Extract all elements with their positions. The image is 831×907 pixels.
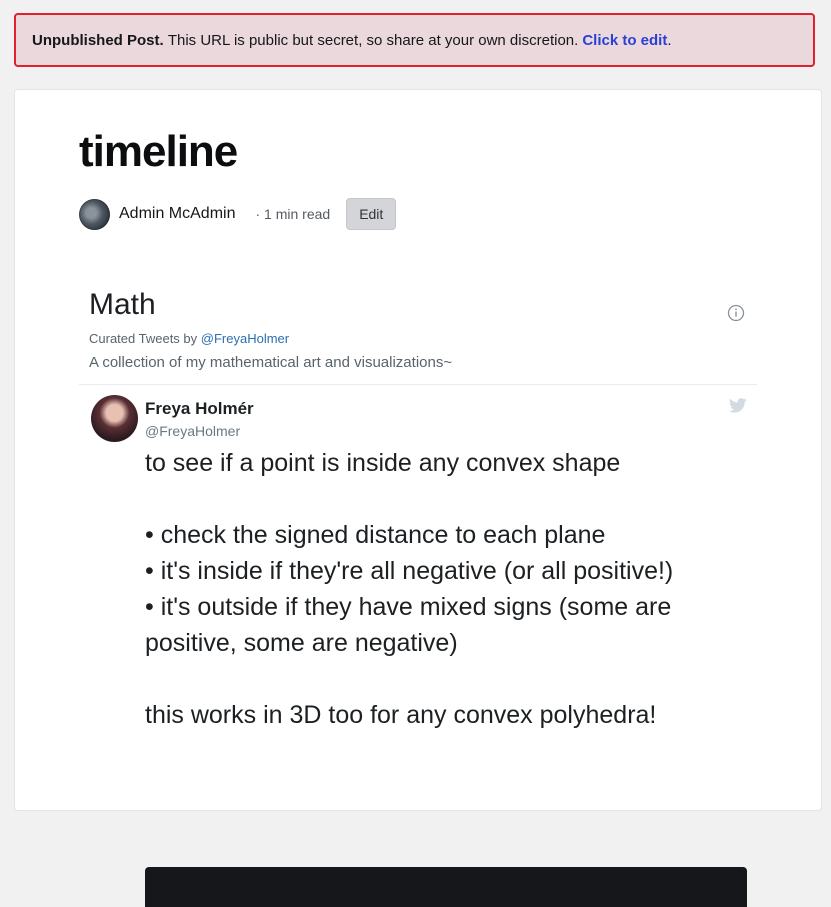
unpublished-banner: Unpublished Post. This URL is public but… bbox=[14, 13, 815, 67]
curated-by: Curated Tweets by @FreyaHolmer bbox=[89, 331, 289, 346]
tweet-bullet: • check the signed distance to each plan… bbox=[145, 521, 606, 549]
tweet-bullet: • it's outside if they have mixed signs … bbox=[145, 593, 672, 657]
tweet-author-avatar[interactable] bbox=[91, 395, 138, 442]
curated-prefix: Curated Tweets by bbox=[89, 331, 198, 346]
tweet-line: to see if a point is inside any convex s… bbox=[145, 449, 621, 477]
tweet-author-handle[interactable]: @FreyaHolmer bbox=[145, 423, 240, 439]
collection-description: A collection of my mathematical art and … bbox=[89, 354, 453, 371]
edit-button[interactable]: Edit bbox=[346, 198, 397, 230]
info-icon[interactable] bbox=[727, 304, 745, 322]
banner-strong: Unpublished Post. bbox=[32, 31, 164, 49]
divider bbox=[79, 384, 757, 385]
post-meta: Admin McAdmin · 1 min read Edit bbox=[79, 198, 397, 230]
twitter-bird-icon[interactable] bbox=[729, 398, 747, 413]
banner-message: This URL is public but secret, so share … bbox=[167, 31, 579, 49]
post-card: timeline Admin McAdmin · 1 min read Edit… bbox=[14, 89, 822, 907]
tweet-media[interactable] bbox=[145, 867, 747, 907]
curator-link[interactable]: @FreyaHolmer bbox=[201, 331, 289, 346]
post-title: timeline bbox=[79, 127, 238, 176]
banner-period: . bbox=[667, 31, 672, 49]
tweet-author-name[interactable]: Freya Holmér bbox=[145, 399, 254, 419]
read-time: · 1 min read bbox=[255, 206, 331, 222]
click-to-edit-link[interactable]: Click to edit bbox=[582, 32, 667, 49]
collection-title[interactable]: Math bbox=[89, 288, 156, 322]
author-avatar[interactable] bbox=[79, 198, 110, 230]
tweet-text: to see if a point is inside any convex s… bbox=[145, 445, 745, 733]
tweet-line: this works in 3D too for any convex poly… bbox=[145, 701, 657, 729]
tweet-bullet: • it's inside if they're all negative (o… bbox=[145, 557, 674, 585]
author-name[interactable]: Admin McAdmin bbox=[119, 205, 235, 223]
